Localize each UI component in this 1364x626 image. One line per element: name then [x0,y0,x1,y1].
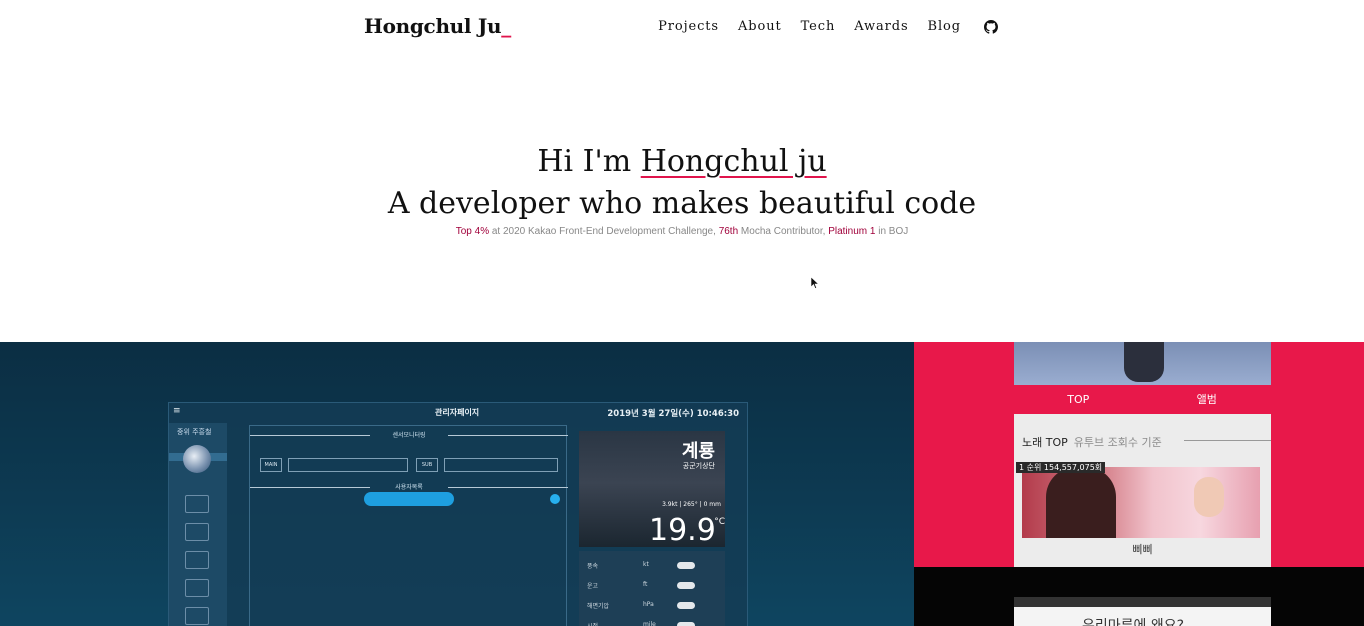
sensor-row: MAIN SUB [256,458,562,472]
hero-tagline: A developer who makes beautiful code [387,186,977,221]
sensor-header: 센서모니터링 [250,430,568,440]
thumbnail-figure-left [1046,467,1116,538]
song-thumbnail [1022,467,1260,538]
dashboard-datetime: 2019년 3월 27일(수) 10:46:30 [607,409,739,419]
achievement-mocha-text: Mocha Contributor, [738,226,829,237]
add-icon [550,494,560,504]
row-label: 해면기압 [587,603,610,610]
weather-place-sub: 공군기상단 [682,462,715,470]
second-app-screenshot: 우리마루에 왜요? [1014,597,1271,626]
row-label: 운고 [587,583,599,590]
edit-icon [185,523,209,541]
achievement-boj-text: in BOJ [875,226,909,237]
song-title: 삐삐 [1132,543,1153,556]
section-divider [1184,440,1271,441]
achievement-kakao-rank: Top 4% [455,226,490,237]
user-icon [185,551,209,569]
dashboard-main-panel: 센서모니터링 MAIN SUB 사용자목록 [249,425,568,626]
row-unit: kt [643,561,649,568]
sub-label: SUB [416,458,438,472]
hero-greeting-prefix: Hi I'm [537,144,641,179]
tab-album: 앨범 [1196,393,1217,406]
top-nav: Hongchul Ju_ Projects About Tech Awards … [0,0,1364,58]
dashboard-title: 관리자페이지 [435,408,480,417]
hero-greeting: Hi I'm Hongchul ju [0,140,1364,184]
rank-badge: 1 순위 154,557,075회 [1016,462,1106,473]
nav-link-about[interactable]: About [738,19,782,34]
artist-figure [1124,342,1164,382]
brand-name: Hongchul Ju [364,14,502,38]
projects-strip: ≡ 관리자페이지 2019년 3월 27일(수) 10:46:30 중위 주흥철… [0,342,1364,626]
github-icon[interactable] [984,20,998,34]
hero-achievements: Top 4% at 2020 Kakao Front-End Developme… [0,226,1364,237]
search-input [364,492,454,506]
site-brand[interactable]: Hongchul Ju_ [364,14,511,38]
achievement-mocha-rank: 76th [718,226,739,237]
row-unit: hPa [643,601,654,608]
toggle-switch [677,582,695,589]
weather-rows: 풍속 kt 운고 ft 해면기압 hPa 시정mile [579,551,725,626]
weather-row: 운고 ft [587,581,717,591]
weather-place: 계룡 [681,441,715,462]
toggle-switch [677,622,695,626]
user-list-header: 사용자목록 [250,482,568,492]
row-unit: ft [643,581,648,588]
weather-row: 시정mile [587,621,717,626]
dashboard-screenshot: ≡ 관리자페이지 2019년 3월 27일(수) 10:46:30 중위 주흥철… [168,402,748,626]
printer-icon [185,607,209,625]
tab-top: TOP [1067,393,1090,406]
dashboard-topbar: ≡ 관리자페이지 2019년 3월 27일(수) 10:46:30 [169,403,749,421]
weather-temperature: 19.9 [649,513,716,548]
toggle-switch [677,602,695,609]
toggle-switch [677,562,695,569]
weather-card: 계룡 공군기상단 3.9kt | 265° | 0 mm 19.9 °C [579,431,725,548]
weather-row: 해면기압 hPa [587,601,717,611]
dashboard-sidebar: 중위 주흥철 [169,423,227,626]
artist-photo [1014,342,1271,385]
second-app-heading: 우리마루에 왜요? [1082,618,1185,626]
nav-links: Projects About Tech Awards Blog [658,19,998,34]
keyboard-icon [185,579,209,597]
hero-name: Hongchul ju [640,144,827,179]
image-icon [185,495,209,513]
main-label: MAIN [260,458,282,472]
section-subtitle: 유투브 조회수 기준 [1073,436,1162,449]
song-section-title: 노래 TOP 유투브 조회수 기준 [1022,434,1162,450]
avatar [183,445,211,473]
project-card-dashboard[interactable]: ≡ 관리자페이지 2019년 3월 27일(수) 10:46:30 중위 주흥철… [0,342,914,626]
weather-row: 풍속 kt [587,561,717,571]
nav-link-projects[interactable]: Projects [658,19,719,34]
section-title: 노래 TOP [1022,436,1068,449]
row-unit: mile [643,621,656,626]
music-app-screenshot: TOP 앨범 노래 TOP 유투브 조회수 기준 1 순위 154,557,075… [1014,342,1271,567]
menu-icon: ≡ [173,406,181,416]
mouse-pointer-icon [811,277,819,289]
nav-link-blog[interactable]: Blog [928,19,961,34]
music-tabs: TOP 앨범 [1014,385,1271,414]
achievement-kakao-text: at 2020 Kakao Front-End Development Chal… [489,226,719,237]
achievement-boj-tier: Platinum 1 [828,226,876,237]
nav-link-tech[interactable]: Tech [801,19,836,34]
weather-temp-unit: °C [714,517,725,527]
row-label: 풍속 [587,563,599,570]
second-app-topbar [1014,597,1271,607]
main-sensors [288,458,408,472]
sub-sensors [444,458,558,472]
hero: Hi I'm Hongchul ju A developer who makes… [0,140,1364,237]
nav-link-awards[interactable]: Awards [854,19,908,34]
weather-meta: 3.9kt | 265° | 0 mm [662,501,721,508]
thumbnail-figure-right [1194,477,1224,517]
brand-cursor: _ [501,14,511,38]
sidebar-user-name: 중위 주흥철 [177,428,212,436]
